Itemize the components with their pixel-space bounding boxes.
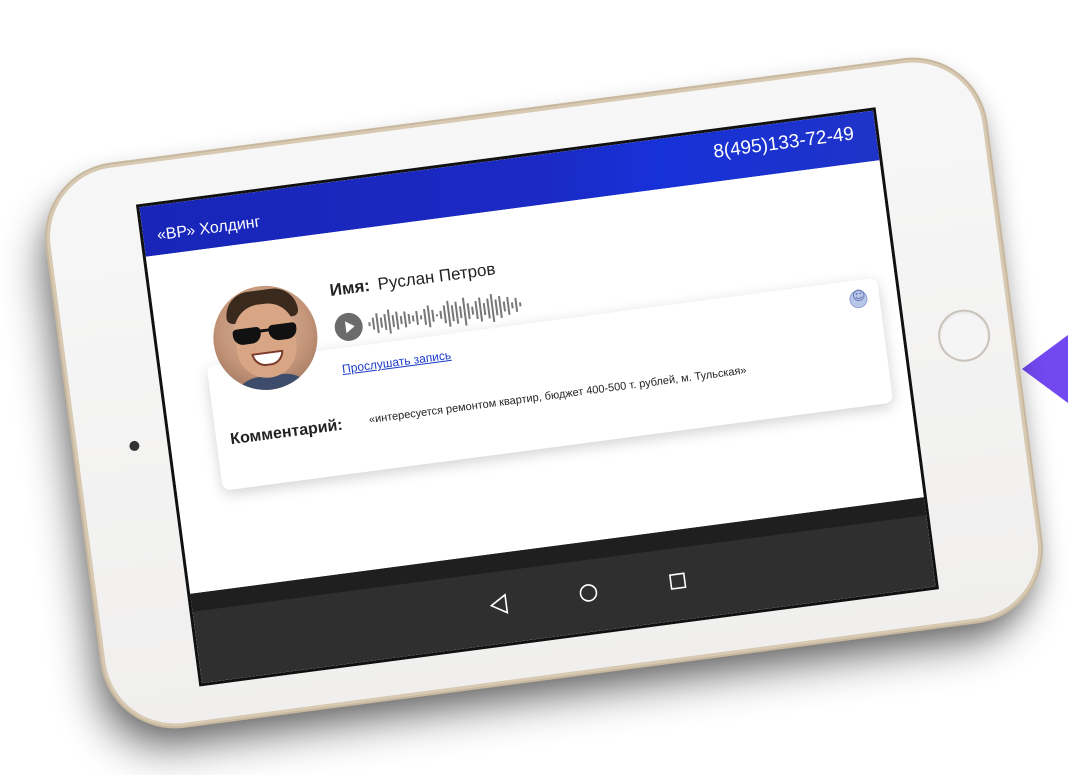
home-circle-icon[interactable] xyxy=(572,576,606,610)
tablet-screen: «ВР» Холдинг 8(495)133-72-49 Комментарий… xyxy=(135,107,939,687)
play-icon[interactable] xyxy=(332,311,365,343)
camera-icon xyxy=(128,440,141,452)
phone-link[interactable]: 8(495)133-72-49 xyxy=(712,123,855,163)
comment-label: Комментарий: xyxy=(229,416,344,449)
tablet-frame: «ВР» Холдинг 8(495)133-72-49 Комментарий… xyxy=(41,54,1047,732)
name-value: Руслан Петров xyxy=(376,259,497,294)
tablet-home-button[interactable] xyxy=(934,306,994,365)
recent-square-icon[interactable] xyxy=(661,564,695,598)
smiley-icon[interactable] xyxy=(848,289,869,310)
decorative-arrow-icon xyxy=(1022,335,1068,403)
name-label: Имя: xyxy=(328,275,372,301)
back-triangle-icon[interactable] xyxy=(482,588,516,622)
company-name: «ВР» Холдинг xyxy=(156,213,262,245)
stage: «ВР» Холдинг 8(495)133-72-49 Комментарий… xyxy=(0,0,1068,775)
